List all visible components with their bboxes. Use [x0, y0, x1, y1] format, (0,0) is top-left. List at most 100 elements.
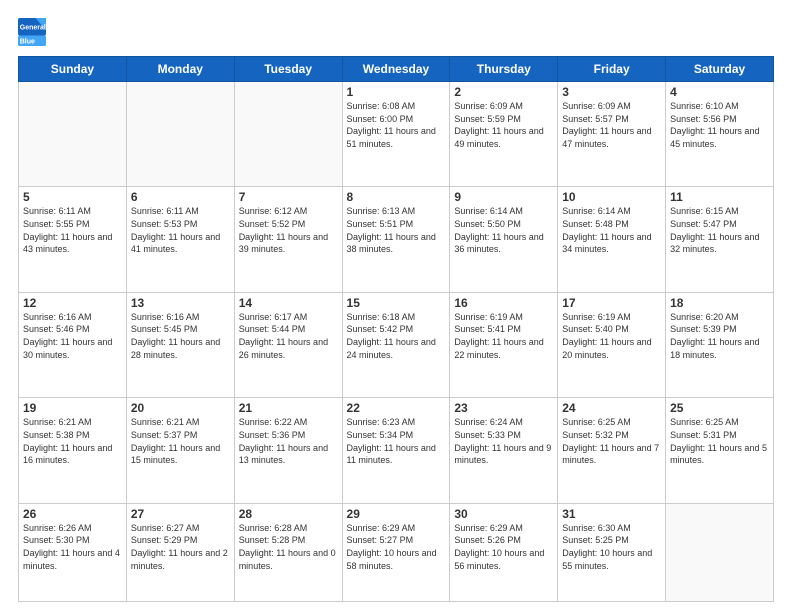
calendar-cell: 24Sunrise: 6:25 AMSunset: 5:32 PMDayligh…	[558, 398, 666, 503]
day-number: 16	[454, 296, 553, 310]
calendar-cell: 26Sunrise: 6:26 AMSunset: 5:30 PMDayligh…	[19, 503, 127, 601]
weekday-header-tuesday: Tuesday	[234, 57, 342, 82]
calendar-cell: 21Sunrise: 6:22 AMSunset: 5:36 PMDayligh…	[234, 398, 342, 503]
day-number: 3	[562, 85, 661, 99]
calendar-cell: 29Sunrise: 6:29 AMSunset: 5:27 PMDayligh…	[342, 503, 450, 601]
day-number: 21	[239, 401, 338, 415]
calendar-cell: 8Sunrise: 6:13 AMSunset: 5:51 PMDaylight…	[342, 187, 450, 292]
calendar-cell: 27Sunrise: 6:27 AMSunset: 5:29 PMDayligh…	[126, 503, 234, 601]
weekday-header-sunday: Sunday	[19, 57, 127, 82]
day-number: 13	[131, 296, 230, 310]
day-info: Sunrise: 6:28 AMSunset: 5:28 PMDaylight:…	[239, 522, 338, 572]
day-info: Sunrise: 6:19 AMSunset: 5:40 PMDaylight:…	[562, 311, 661, 361]
weekday-header-saturday: Saturday	[666, 57, 774, 82]
calendar-table: SundayMondayTuesdayWednesdayThursdayFrid…	[18, 56, 774, 602]
day-info: Sunrise: 6:27 AMSunset: 5:29 PMDaylight:…	[131, 522, 230, 572]
calendar-cell: 15Sunrise: 6:18 AMSunset: 5:42 PMDayligh…	[342, 292, 450, 397]
day-number: 17	[562, 296, 661, 310]
week-row-5: 26Sunrise: 6:26 AMSunset: 5:30 PMDayligh…	[19, 503, 774, 601]
day-info: Sunrise: 6:13 AMSunset: 5:51 PMDaylight:…	[347, 205, 446, 255]
weekday-header-friday: Friday	[558, 57, 666, 82]
calendar-cell: 22Sunrise: 6:23 AMSunset: 5:34 PMDayligh…	[342, 398, 450, 503]
day-number: 14	[239, 296, 338, 310]
day-info: Sunrise: 6:14 AMSunset: 5:48 PMDaylight:…	[562, 205, 661, 255]
day-info: Sunrise: 6:08 AMSunset: 6:00 PMDaylight:…	[347, 100, 446, 150]
calendar-cell: 28Sunrise: 6:28 AMSunset: 5:28 PMDayligh…	[234, 503, 342, 601]
calendar-cell: 3Sunrise: 6:09 AMSunset: 5:57 PMDaylight…	[558, 82, 666, 187]
day-info: Sunrise: 6:15 AMSunset: 5:47 PMDaylight:…	[670, 205, 769, 255]
calendar-cell	[234, 82, 342, 187]
day-info: Sunrise: 6:09 AMSunset: 5:57 PMDaylight:…	[562, 100, 661, 150]
calendar-cell: 4Sunrise: 6:10 AMSunset: 5:56 PMDaylight…	[666, 82, 774, 187]
day-number: 9	[454, 190, 553, 204]
day-info: Sunrise: 6:21 AMSunset: 5:37 PMDaylight:…	[131, 416, 230, 466]
day-info: Sunrise: 6:14 AMSunset: 5:50 PMDaylight:…	[454, 205, 553, 255]
calendar-cell: 18Sunrise: 6:20 AMSunset: 5:39 PMDayligh…	[666, 292, 774, 397]
calendar-cell	[19, 82, 127, 187]
calendar-cell	[126, 82, 234, 187]
day-number: 4	[670, 85, 769, 99]
calendar-cell: 19Sunrise: 6:21 AMSunset: 5:38 PMDayligh…	[19, 398, 127, 503]
day-info: Sunrise: 6:29 AMSunset: 5:27 PMDaylight:…	[347, 522, 446, 572]
day-info: Sunrise: 6:10 AMSunset: 5:56 PMDaylight:…	[670, 100, 769, 150]
calendar-cell: 2Sunrise: 6:09 AMSunset: 5:59 PMDaylight…	[450, 82, 558, 187]
day-info: Sunrise: 6:22 AMSunset: 5:36 PMDaylight:…	[239, 416, 338, 466]
day-info: Sunrise: 6:20 AMSunset: 5:39 PMDaylight:…	[670, 311, 769, 361]
day-number: 28	[239, 507, 338, 521]
calendar-cell: 10Sunrise: 6:14 AMSunset: 5:48 PMDayligh…	[558, 187, 666, 292]
day-number: 1	[347, 85, 446, 99]
calendar-cell: 20Sunrise: 6:21 AMSunset: 5:37 PMDayligh…	[126, 398, 234, 503]
calendar-cell: 11Sunrise: 6:15 AMSunset: 5:47 PMDayligh…	[666, 187, 774, 292]
calendar-cell: 31Sunrise: 6:30 AMSunset: 5:25 PMDayligh…	[558, 503, 666, 601]
weekday-header-thursday: Thursday	[450, 57, 558, 82]
day-number: 11	[670, 190, 769, 204]
calendar-cell: 6Sunrise: 6:11 AMSunset: 5:53 PMDaylight…	[126, 187, 234, 292]
day-number: 29	[347, 507, 446, 521]
day-number: 27	[131, 507, 230, 521]
day-number: 30	[454, 507, 553, 521]
day-info: Sunrise: 6:12 AMSunset: 5:52 PMDaylight:…	[239, 205, 338, 255]
logo-icon: General Blue	[18, 18, 46, 46]
day-number: 25	[670, 401, 769, 415]
day-number: 7	[239, 190, 338, 204]
day-number: 18	[670, 296, 769, 310]
weekday-header-wednesday: Wednesday	[342, 57, 450, 82]
calendar-cell: 16Sunrise: 6:19 AMSunset: 5:41 PMDayligh…	[450, 292, 558, 397]
day-number: 24	[562, 401, 661, 415]
calendar-cell: 23Sunrise: 6:24 AMSunset: 5:33 PMDayligh…	[450, 398, 558, 503]
calendar-page: General Blue SundayMondayTuesdayWednesda…	[0, 0, 792, 612]
svg-text:Blue: Blue	[20, 38, 35, 45]
day-info: Sunrise: 6:24 AMSunset: 5:33 PMDaylight:…	[454, 416, 553, 466]
day-info: Sunrise: 6:25 AMSunset: 5:32 PMDaylight:…	[562, 416, 661, 466]
svg-text:General: General	[20, 24, 46, 31]
day-number: 5	[23, 190, 122, 204]
day-number: 10	[562, 190, 661, 204]
calendar-cell: 13Sunrise: 6:16 AMSunset: 5:45 PMDayligh…	[126, 292, 234, 397]
header: General Blue	[18, 18, 774, 46]
calendar-cell: 17Sunrise: 6:19 AMSunset: 5:40 PMDayligh…	[558, 292, 666, 397]
day-info: Sunrise: 6:21 AMSunset: 5:38 PMDaylight:…	[23, 416, 122, 466]
day-info: Sunrise: 6:26 AMSunset: 5:30 PMDaylight:…	[23, 522, 122, 572]
week-row-2: 5Sunrise: 6:11 AMSunset: 5:55 PMDaylight…	[19, 187, 774, 292]
day-info: Sunrise: 6:30 AMSunset: 5:25 PMDaylight:…	[562, 522, 661, 572]
day-info: Sunrise: 6:23 AMSunset: 5:34 PMDaylight:…	[347, 416, 446, 466]
day-info: Sunrise: 6:09 AMSunset: 5:59 PMDaylight:…	[454, 100, 553, 150]
day-number: 26	[23, 507, 122, 521]
calendar-cell: 25Sunrise: 6:25 AMSunset: 5:31 PMDayligh…	[666, 398, 774, 503]
calendar-cell: 5Sunrise: 6:11 AMSunset: 5:55 PMDaylight…	[19, 187, 127, 292]
day-number: 19	[23, 401, 122, 415]
day-number: 2	[454, 85, 553, 99]
calendar-cell: 30Sunrise: 6:29 AMSunset: 5:26 PMDayligh…	[450, 503, 558, 601]
day-info: Sunrise: 6:11 AMSunset: 5:53 PMDaylight:…	[131, 205, 230, 255]
weekday-header-row: SundayMondayTuesdayWednesdayThursdayFrid…	[19, 57, 774, 82]
day-number: 15	[347, 296, 446, 310]
week-row-4: 19Sunrise: 6:21 AMSunset: 5:38 PMDayligh…	[19, 398, 774, 503]
day-info: Sunrise: 6:16 AMSunset: 5:45 PMDaylight:…	[131, 311, 230, 361]
day-number: 8	[347, 190, 446, 204]
day-number: 20	[131, 401, 230, 415]
day-number: 22	[347, 401, 446, 415]
calendar-cell: 7Sunrise: 6:12 AMSunset: 5:52 PMDaylight…	[234, 187, 342, 292]
weekday-header-monday: Monday	[126, 57, 234, 82]
calendar-cell	[666, 503, 774, 601]
day-info: Sunrise: 6:16 AMSunset: 5:46 PMDaylight:…	[23, 311, 122, 361]
